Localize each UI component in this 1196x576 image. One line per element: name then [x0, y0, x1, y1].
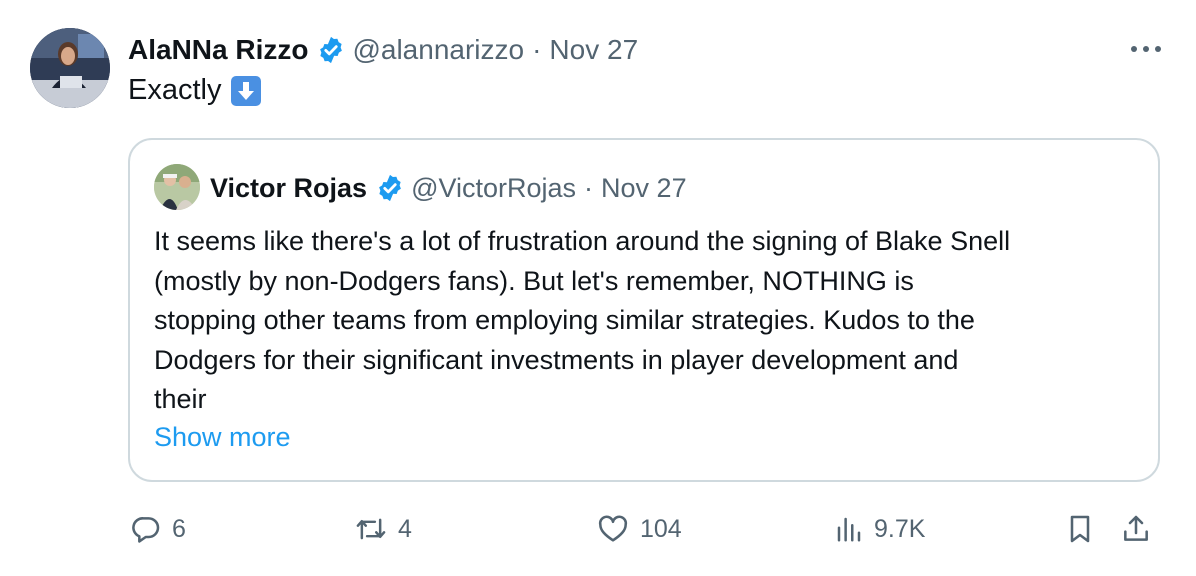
tweet-text: Exactly — [128, 74, 262, 107]
quoted-text-line: It seems like there's a lot of frustrati… — [154, 226, 1011, 256]
quoted-header-separator: · — [584, 172, 594, 203]
tweet-text-content: Exactly — [128, 74, 222, 106]
tweet-actions: 6 4 104 9.7K — [128, 504, 1168, 554]
quoted-verified-badge-icon — [375, 173, 405, 203]
repost-count: 4 — [398, 514, 412, 543]
quoted-author-avatar[interactable] — [154, 164, 200, 210]
quoted-text-line: Dodgers for their significant investment… — [154, 344, 959, 375]
like-button[interactable]: 104 — [596, 504, 682, 554]
quoted-author-handle[interactable]: @VictorRojas — [411, 173, 576, 204]
show-more-link[interactable]: Show more — [154, 422, 291, 453]
down-arrow-emoji-icon — [231, 75, 262, 106]
quoted-text-line: their — [154, 384, 207, 414]
quoted-author-name[interactable]: Victor Rojas — [210, 173, 367, 204]
author-name[interactable]: AlaNNa Rizzo — [128, 34, 308, 66]
more-options-icon[interactable] — [1126, 34, 1166, 64]
share-button[interactable] — [1120, 504, 1162, 554]
view-count: 9.7K — [874, 514, 926, 543]
quoted-text-line: stopping other teams from employing simi… — [154, 305, 975, 335]
repost-button[interactable]: 4 — [354, 504, 412, 554]
tweet-header: AlaNNa Rizzo @alannarizzo · Nov 27 — [128, 30, 638, 70]
heart-icon — [598, 515, 628, 542]
tweet[interactable]: AlaNNa Rizzo @alannarizzo · Nov 27 Exact… — [0, 0, 1196, 576]
bookmark-button[interactable] — [1064, 504, 1106, 554]
reply-count: 6 — [172, 514, 186, 543]
bookmark-icon — [1070, 515, 1090, 543]
quoted-tweet-header: Victor Rojas @VictorRojas · Nov 27 — [210, 168, 687, 208]
quoted-text-line: (mostly by non-Dodgers fans). But let's … — [154, 265, 914, 296]
author-avatar-image — [30, 28, 110, 108]
quoted-tweet[interactable]: Victor Rojas @VictorRojas · Nov 27 It se… — [128, 138, 1160, 482]
quoted-tweet-text: It seems like there's a lot of frustrati… — [154, 222, 1144, 420]
reply-icon — [132, 517, 160, 543]
header-separator: · — [532, 34, 542, 65]
share-icon — [1124, 515, 1148, 541]
tweet-date[interactable]: Nov 27 — [549, 34, 638, 66]
quoted-tweet-date[interactable]: Nov 27 — [601, 173, 687, 204]
quoted-author-avatar-image — [154, 164, 200, 210]
author-avatar[interactable] — [30, 28, 110, 108]
repost-icon — [356, 518, 386, 540]
author-handle[interactable]: @alannarizzo — [352, 34, 524, 66]
views-button[interactable]: 9.7K — [834, 504, 925, 554]
verified-badge-icon — [316, 35, 346, 65]
reply-button[interactable]: 6 — [130, 504, 186, 554]
like-count: 104 — [640, 514, 682, 543]
views-chart-icon — [837, 517, 861, 542]
